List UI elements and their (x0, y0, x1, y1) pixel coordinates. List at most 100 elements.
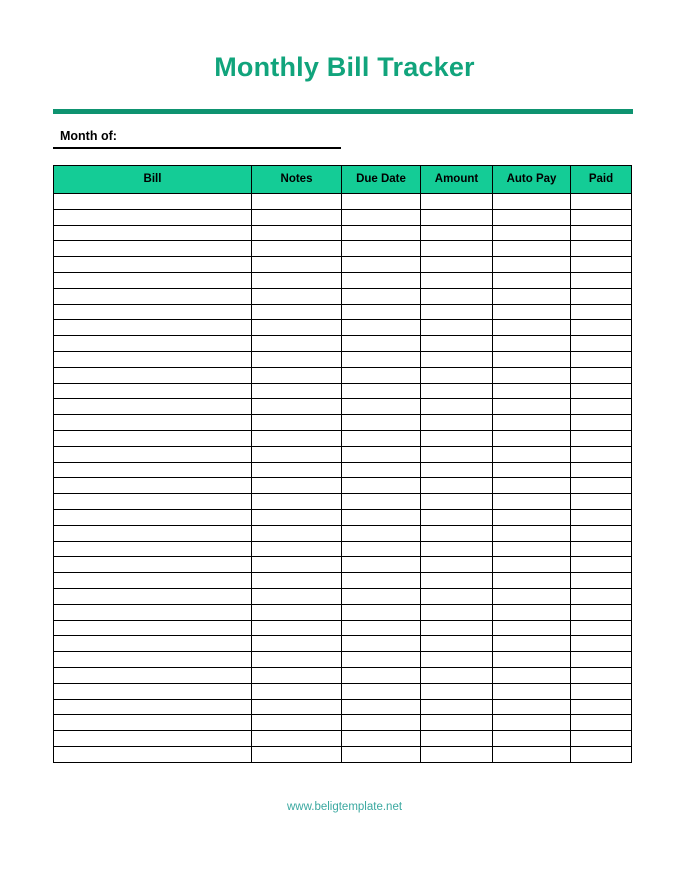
cell-notes[interactable] (251, 350, 342, 368)
cell-notes[interactable] (251, 335, 342, 352)
cell-notes[interactable] (251, 493, 342, 510)
cell-bill[interactable] (53, 366, 252, 384)
cell-due[interactable] (341, 366, 421, 384)
cell-autopay[interactable] (492, 382, 571, 400)
cell-bill[interactable] (53, 477, 252, 495)
cell-due[interactable] (341, 240, 421, 258)
cell-notes[interactable] (251, 587, 342, 605)
cell-due[interactable] (341, 461, 421, 479)
column-header-bill[interactable]: Bill (53, 165, 252, 194)
cell-bill[interactable] (53, 666, 252, 684)
cell-bill[interactable] (53, 224, 252, 242)
cell-paid[interactable] (570, 350, 632, 368)
cell-notes[interactable] (251, 271, 342, 289)
cell-paid[interactable] (570, 635, 632, 653)
cell-amount[interactable] (420, 556, 493, 574)
cell-notes[interactable] (251, 556, 342, 574)
cell-paid[interactable] (570, 445, 632, 463)
cell-notes[interactable] (251, 714, 342, 732)
cell-bill[interactable] (53, 619, 252, 637)
cell-due[interactable] (341, 540, 421, 558)
month-of-field[interactable]: Month of: (53, 129, 341, 149)
cell-amount[interactable] (420, 193, 493, 210)
cell-autopay[interactable] (492, 524, 571, 542)
cell-paid[interactable] (570, 572, 632, 589)
cell-amount[interactable] (420, 698, 493, 716)
cell-paid[interactable] (570, 366, 632, 384)
cell-paid[interactable] (570, 429, 632, 447)
cell-due[interactable] (341, 335, 421, 352)
column-header-auto-pay[interactable]: Auto Pay (492, 165, 571, 194)
cell-notes[interactable] (251, 445, 342, 463)
cell-paid[interactable] (570, 398, 632, 416)
cell-paid[interactable] (570, 698, 632, 716)
cell-autopay[interactable] (492, 398, 571, 416)
cell-due[interactable] (341, 524, 421, 542)
cell-paid[interactable] (570, 745, 632, 763)
cell-notes[interactable] (251, 429, 342, 447)
cell-autopay[interactable] (492, 240, 571, 258)
cell-notes[interactable] (251, 461, 342, 479)
cell-bill[interactable] (53, 682, 252, 700)
cell-due[interactable] (341, 493, 421, 510)
cell-autopay[interactable] (492, 477, 571, 495)
cell-amount[interactable] (420, 745, 493, 763)
cell-autopay[interactable] (492, 303, 571, 321)
cell-amount[interactable] (420, 414, 493, 431)
cell-paid[interactable] (570, 414, 632, 431)
cell-paid[interactable] (570, 335, 632, 352)
cell-notes[interactable] (251, 398, 342, 416)
cell-amount[interactable] (420, 271, 493, 289)
cell-bill[interactable] (53, 319, 252, 337)
cell-bill[interactable] (53, 398, 252, 416)
cell-amount[interactable] (420, 240, 493, 258)
cell-amount[interactable] (420, 461, 493, 479)
cell-notes[interactable] (251, 682, 342, 700)
cell-bill[interactable] (53, 635, 252, 653)
cell-autopay[interactable] (492, 651, 571, 668)
cell-autopay[interactable] (492, 572, 571, 589)
column-header-notes[interactable]: Notes (251, 165, 342, 194)
cell-amount[interactable] (420, 524, 493, 542)
cell-amount[interactable] (420, 508, 493, 526)
cell-bill[interactable] (53, 193, 252, 210)
cell-notes[interactable] (251, 319, 342, 337)
cell-bill[interactable] (53, 445, 252, 463)
cell-due[interactable] (341, 319, 421, 337)
cell-autopay[interactable] (492, 556, 571, 574)
cell-amount[interactable] (420, 619, 493, 637)
cell-amount[interactable] (420, 587, 493, 605)
cell-paid[interactable] (570, 556, 632, 574)
cell-amount[interactable] (420, 429, 493, 447)
cell-bill[interactable] (53, 493, 252, 510)
cell-autopay[interactable] (492, 682, 571, 700)
cell-notes[interactable] (251, 635, 342, 653)
cell-autopay[interactable] (492, 224, 571, 242)
cell-paid[interactable] (570, 587, 632, 605)
cell-autopay[interactable] (492, 587, 571, 605)
cell-bill[interactable] (53, 240, 252, 258)
cell-paid[interactable] (570, 493, 632, 510)
cell-autopay[interactable] (492, 256, 571, 273)
cell-autopay[interactable] (492, 366, 571, 384)
cell-amount[interactable] (420, 714, 493, 732)
cell-autopay[interactable] (492, 745, 571, 763)
cell-due[interactable] (341, 603, 421, 621)
cell-amount[interactable] (420, 445, 493, 463)
cell-due[interactable] (341, 350, 421, 368)
cell-due[interactable] (341, 635, 421, 653)
cell-paid[interactable] (570, 651, 632, 668)
cell-due[interactable] (341, 477, 421, 495)
cell-notes[interactable] (251, 414, 342, 431)
cell-amount[interactable] (420, 303, 493, 321)
cell-autopay[interactable] (492, 414, 571, 431)
cell-bill[interactable] (53, 556, 252, 574)
cell-bill[interactable] (53, 540, 252, 558)
cell-paid[interactable] (570, 666, 632, 684)
cell-bill[interactable] (53, 698, 252, 716)
cell-autopay[interactable] (492, 271, 571, 289)
cell-notes[interactable] (251, 540, 342, 558)
cell-autopay[interactable] (492, 603, 571, 621)
cell-due[interactable] (341, 619, 421, 637)
cell-due[interactable] (341, 414, 421, 431)
